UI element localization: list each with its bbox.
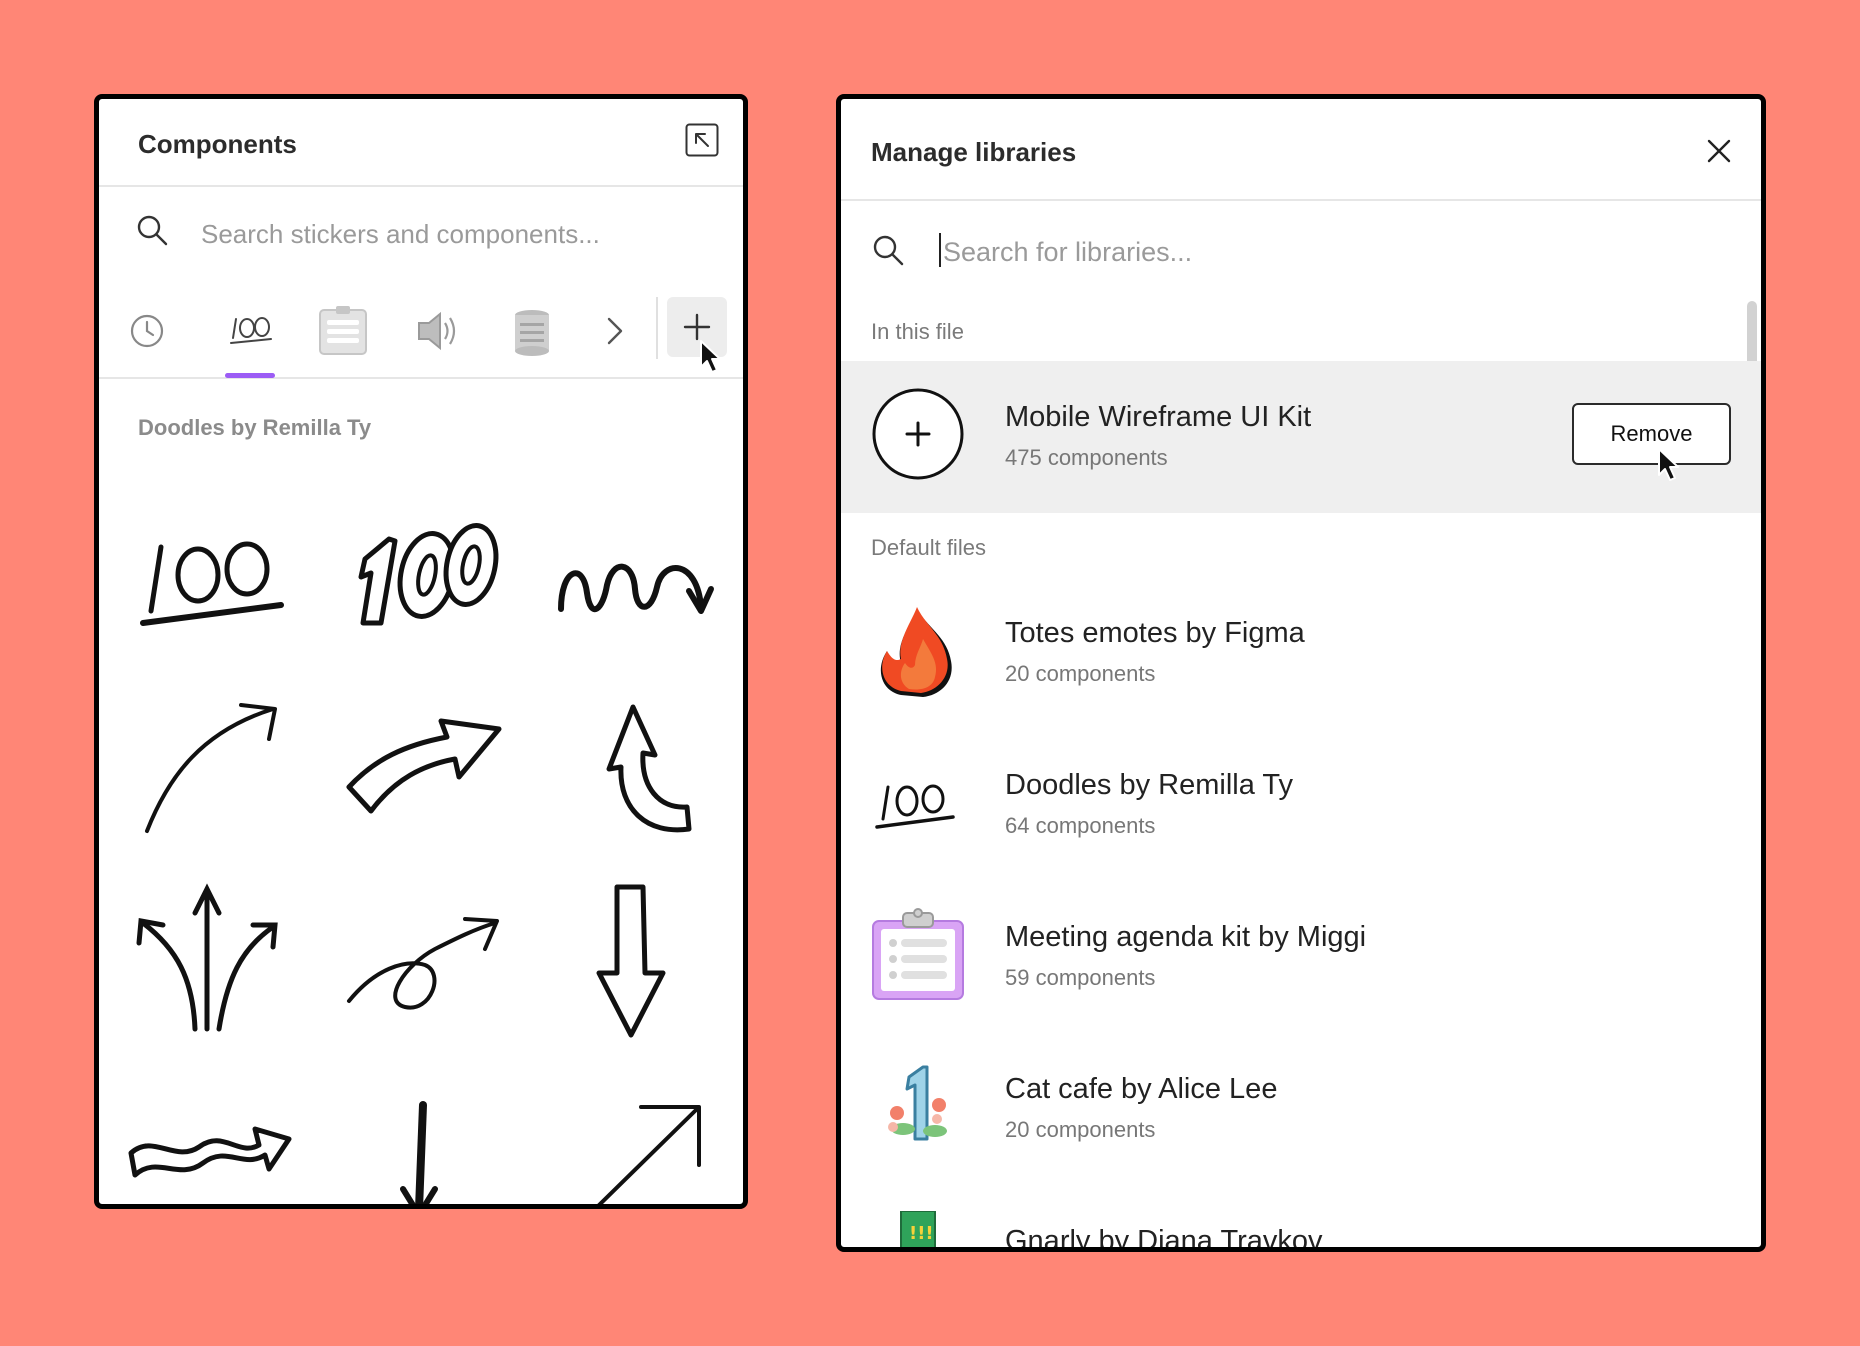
library-name: Cat cafe by Alice Lee: [1005, 1073, 1278, 1105]
sticker-block-arrow[interactable]: [335, 679, 515, 859]
mouse-pointer-icon: [699, 339, 725, 380]
library-row[interactable]: Meeting agenda kit by Miggi 59 component…: [841, 881, 1761, 1033]
search-icon: [871, 233, 905, 272]
library-name: Meeting agenda kit by Miggi: [1005, 921, 1367, 953]
sticker-wavy-arrow[interactable]: [123, 1059, 303, 1204]
stamp-text-icon: [509, 310, 555, 381]
sticker-curved-up-arrow[interactable]: [547, 679, 727, 859]
hundred-doodle-icon: [871, 755, 965, 849]
panel-title: Components: [138, 129, 297, 159]
library-row-current[interactable]: Mobile Wireframe UI Kit 475 components R…: [841, 361, 1761, 513]
section-label: Doodles by Remilla Ty: [138, 415, 372, 440]
tab-doodles[interactable]: [225, 285, 275, 378]
library-count: 20 components: [1005, 1117, 1156, 1142]
sticker-diagonal-arrow[interactable]: [547, 1059, 727, 1204]
sticker-loop-arrow[interactable]: [335, 869, 515, 1049]
tab-recent[interactable]: [125, 285, 169, 377]
library-name: Mobile Wireframe UI Kit: [1005, 401, 1312, 433]
in-this-file-label: In this file: [871, 319, 964, 344]
sticker-curved-arrow-thin[interactable]: [123, 679, 303, 859]
library-row[interactable]: Cat cafe by Alice Lee 20 components: [841, 1033, 1761, 1185]
tabs-divider: [656, 297, 658, 359]
svg-text:!!!: !!!: [909, 1223, 934, 1244]
default-files-label: Default files: [871, 535, 986, 560]
tabs-next-button[interactable]: [599, 285, 631, 377]
number-one-flowers-icon: [871, 1059, 965, 1153]
tab-sticker-text[interactable]: [509, 285, 555, 377]
tab-meeting-agenda[interactable]: [317, 285, 369, 377]
flag-icon: !!!: [871, 1210, 965, 1247]
library-count: 64 components: [1005, 813, 1156, 838]
library-row[interactable]: Doodles by Remilla Ty 64 components: [841, 729, 1761, 881]
clock-icon: [125, 314, 169, 381]
hundred-doodle-icon: [225, 317, 275, 381]
library-name: Gnarly by Diana Travkov: [1005, 1225, 1323, 1252]
sticker-hundred-doodle[interactable]: [123, 489, 303, 669]
chevron-right-icon: [599, 317, 631, 381]
library-count: 59 components: [1005, 965, 1156, 990]
sticker-down-block-arrow[interactable]: [547, 869, 727, 1049]
sticker-down-line-arrow[interactable]: [335, 1059, 515, 1204]
library-name: Doodles by Remilla Ty: [1005, 769, 1293, 801]
add-circle-icon: [871, 387, 965, 481]
clipboard-icon: [317, 306, 369, 381]
sticker-squiggle-arrow[interactable]: [547, 489, 727, 669]
fire-icon: [871, 603, 965, 697]
library-tabs: [99, 285, 743, 379]
search-icon: [135, 213, 169, 252]
mouse-pointer-icon: [1657, 447, 1683, 488]
components-header: Components: [99, 99, 743, 187]
search-input[interactable]: [199, 211, 723, 257]
library-row[interactable]: !!! Gnarly by Diana Travkov: [841, 1185, 1761, 1252]
remove-button[interactable]: Remove: [1572, 403, 1731, 465]
sticker-hundred-bold[interactable]: [335, 489, 515, 669]
components-panel: Components Search stickers and component…: [94, 94, 748, 1209]
close-icon[interactable]: [1705, 137, 1733, 165]
tab-sound[interactable]: [413, 285, 463, 377]
clipboard-icon: [871, 907, 965, 1001]
manage-libraries-panel: Manage libraries In this file Mobile Wir…: [836, 94, 1766, 1252]
library-search-input[interactable]: [941, 229, 1645, 275]
panel-title: Manage libraries: [871, 137, 1077, 167]
collapse-panel-icon[interactable]: [685, 123, 719, 157]
sticker-three-arrows[interactable]: [123, 869, 303, 1049]
component-search: [99, 187, 743, 279]
library-search: [841, 201, 1761, 293]
library-count: 20 components: [1005, 661, 1156, 686]
speaker-icon: [413, 311, 463, 381]
libraries-header: Manage libraries: [841, 99, 1761, 201]
library-name: Totes emotes by Figma: [1005, 617, 1305, 649]
library-count: 475 components: [1005, 445, 1168, 470]
library-row[interactable]: Totes emotes by Figma 20 components: [841, 577, 1761, 729]
